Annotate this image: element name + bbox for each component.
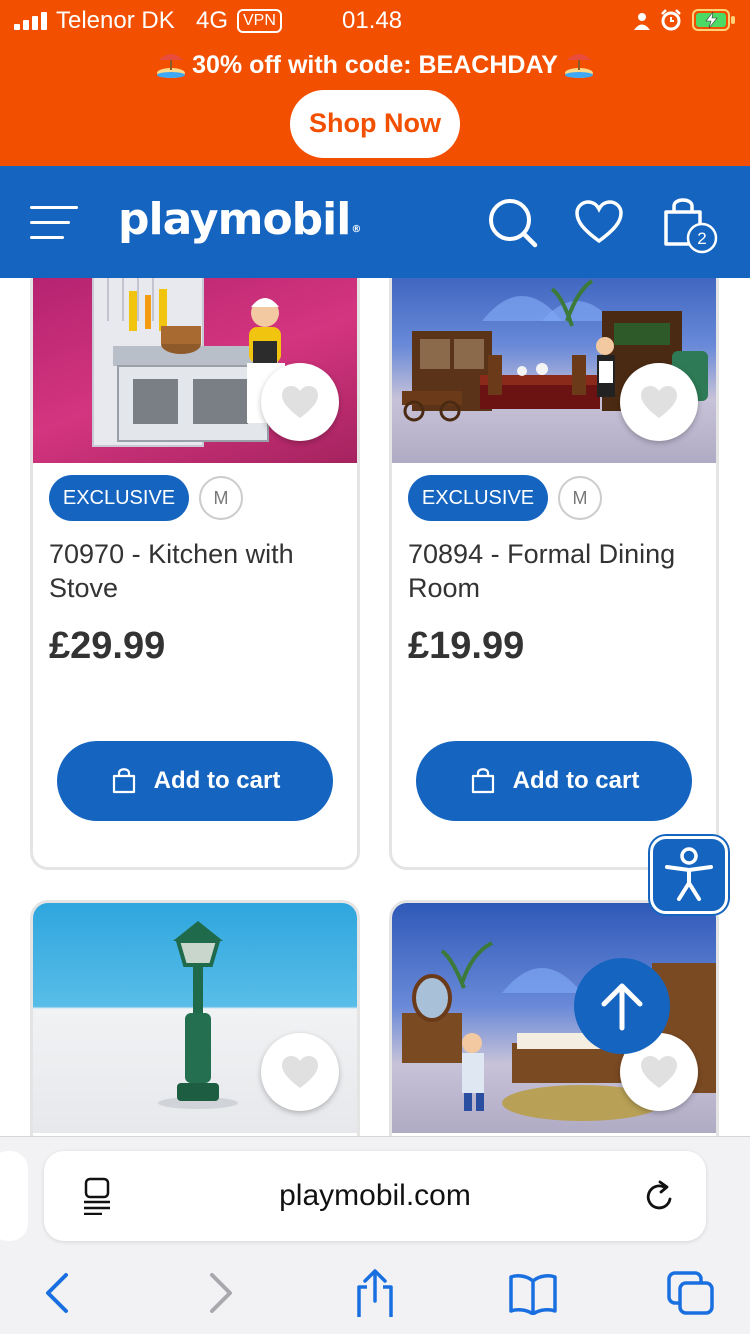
forward-icon[interactable] xyxy=(194,1271,244,1315)
add-to-cart-label: Add to cart xyxy=(153,767,281,794)
reload-icon[interactable] xyxy=(642,1179,678,1215)
shopping-bag-icon xyxy=(471,768,494,794)
product-price: £19.99 xyxy=(408,625,525,667)
site-header: playmobil® 2 xyxy=(0,166,750,278)
product-price: £29.99 xyxy=(49,625,166,667)
favorite-button[interactable] xyxy=(620,363,698,441)
menu-icon[interactable] xyxy=(30,206,78,240)
exclusive-badge: EXCLUSIVE xyxy=(49,475,189,521)
heart-icon xyxy=(641,386,677,418)
favorite-button[interactable] xyxy=(261,1033,339,1111)
product-card[interactable]: EXCLUSIVE M 70970 - Kitchen with Stove £… xyxy=(30,278,360,870)
person-icon xyxy=(634,13,650,30)
product-title[interactable]: 70894 - Formal Dining Room xyxy=(408,537,708,605)
age-badge: M xyxy=(199,476,243,520)
product-card[interactable]: EXCLUSIVE M 70894 - Formal Dining Room £… xyxy=(389,278,719,870)
network-type: 4G xyxy=(196,7,229,34)
wishlist-heart-icon[interactable] xyxy=(574,200,624,244)
alarm-icon xyxy=(661,9,681,31)
add-to-cart-button[interactable]: Add to cart xyxy=(57,741,333,821)
browser-toolbar: playmobil.com xyxy=(0,1136,750,1334)
exclusive-badge: EXCLUSIVE xyxy=(408,475,548,521)
promo-banner: 30% off with code: BEACHDAY Shop Now xyxy=(0,42,750,166)
arrow-up-icon xyxy=(601,983,643,1031)
beach-island-icon xyxy=(564,54,593,78)
address-bar[interactable]: playmobil.com xyxy=(44,1151,706,1241)
heart-icon xyxy=(282,1056,318,1088)
search-icon[interactable] xyxy=(486,196,538,248)
carrier-name: Telenor DK xyxy=(56,7,175,34)
share-icon[interactable] xyxy=(350,1265,400,1317)
previous-tab-preview[interactable] xyxy=(0,1151,28,1241)
url-text[interactable]: playmobil.com xyxy=(44,1151,706,1241)
vpn-badge: VPN xyxy=(237,9,282,33)
bookmarks-icon[interactable] xyxy=(508,1271,558,1315)
heart-icon xyxy=(282,386,318,418)
battery-charging-icon xyxy=(692,9,735,31)
tabs-icon[interactable] xyxy=(666,1271,716,1315)
shopping-bag-icon xyxy=(112,768,135,794)
heart-icon xyxy=(641,1056,677,1088)
product-badges: EXCLUSIVE M xyxy=(49,475,349,523)
product-title[interactable]: 70970 - Kitchen with Stove xyxy=(49,537,349,605)
reader-mode-icon[interactable] xyxy=(80,1177,116,1215)
cart-count: 2 xyxy=(697,229,706,248)
signal-icon xyxy=(14,12,48,30)
product-badges: EXCLUSIVE M xyxy=(408,475,708,523)
shop-now-button[interactable]: Shop Now xyxy=(290,90,460,158)
shopping-bag-icon[interactable]: 2 xyxy=(660,194,720,254)
accessibility-icon xyxy=(665,847,713,901)
promo-text: 30% off with code: BEACHDAY xyxy=(192,51,558,79)
age-badge: M xyxy=(558,476,602,520)
promo-text-row: 30% off with code: BEACHDAY xyxy=(0,48,750,82)
product-card[interactable] xyxy=(30,900,360,1136)
back-icon[interactable] xyxy=(34,1271,84,1315)
status-bar: Telenor DK 4G VPN 01.48 xyxy=(0,0,750,42)
add-to-cart-button[interactable]: Add to cart xyxy=(416,741,692,821)
add-to-cart-label: Add to cart xyxy=(512,767,640,794)
clock: 01.48 xyxy=(342,7,403,34)
accessibility-button[interactable] xyxy=(650,836,728,914)
favorite-button[interactable] xyxy=(261,363,339,441)
playmobil-logo[interactable]: playmobil® xyxy=(118,194,361,245)
beach-island-icon xyxy=(157,54,186,78)
scroll-to-top-button[interactable] xyxy=(574,958,670,1054)
